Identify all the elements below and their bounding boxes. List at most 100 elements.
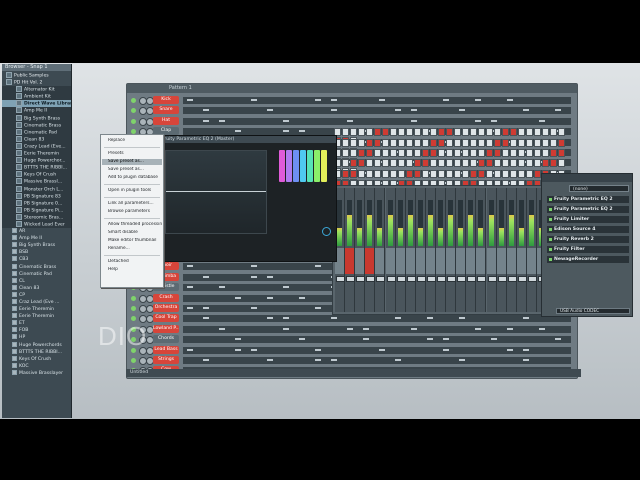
step-buttons[interactable] (334, 169, 572, 187)
note-step[interactable] (331, 109, 337, 112)
note-step[interactable] (267, 359, 273, 361)
step-button[interactable] (374, 169, 381, 178)
mixer-track[interactable] (355, 188, 366, 312)
step-button[interactable] (422, 138, 429, 147)
note-step[interactable] (331, 317, 337, 320)
preset-dropdown[interactable]: (none) (569, 185, 629, 192)
mixer-track[interactable] (506, 188, 517, 312)
step-button[interactable] (446, 149, 453, 157)
note-step[interactable] (283, 119, 289, 122)
note-step[interactable] (235, 130, 241, 133)
step-button[interactable] (414, 138, 421, 147)
channel-mute-led[interactable] (131, 306, 136, 311)
step-button[interactable] (406, 138, 413, 147)
effect-slot[interactable]: Fruity Parametric EQ 2 (547, 206, 629, 213)
note-step[interactable] (203, 317, 209, 320)
step-button[interactable] (470, 159, 477, 168)
step-button[interactable] (390, 169, 397, 178)
browser-item[interactable]: KOC (2, 362, 71, 370)
step-button[interactable] (486, 149, 493, 157)
band-1-handle[interactable] (279, 150, 285, 182)
channel-name-button[interactable]: Chords (153, 335, 179, 344)
context-menu-item[interactable]: Replace (102, 138, 162, 144)
volume-fader[interactable] (356, 276, 366, 282)
mixer-track[interactable] (365, 188, 376, 312)
step-button[interactable] (486, 169, 493, 178)
step-button[interactable] (422, 128, 429, 137)
mixer-track[interactable] (486, 188, 497, 312)
step-button[interactable] (550, 159, 557, 168)
mixer-track[interactable] (375, 188, 386, 312)
effect-slot[interactable]: NewageRecorder (547, 256, 629, 263)
step-button[interactable] (390, 138, 397, 147)
note-step[interactable] (555, 338, 561, 341)
note-step[interactable] (507, 99, 513, 101)
step-button[interactable] (478, 159, 485, 168)
step-button[interactable] (350, 138, 357, 147)
effect-slot[interactable]: Edison Source 4 (547, 226, 629, 233)
volume-fader[interactable] (366, 276, 376, 282)
step-buttons[interactable] (334, 148, 572, 166)
volume-fader[interactable] (477, 276, 487, 282)
context-menu-item[interactable]: Save preset as... (102, 167, 162, 173)
note-step[interactable] (475, 99, 481, 101)
band-3-handle[interactable] (293, 150, 299, 182)
browser-item[interactable]: Cinematic Pad (2, 270, 71, 278)
mixer-track[interactable] (345, 188, 356, 312)
band-5-handle[interactable] (307, 150, 313, 182)
step-button[interactable] (406, 149, 413, 157)
step-button[interactable] (446, 159, 453, 168)
step-button[interactable] (470, 128, 477, 137)
note-step[interactable] (219, 286, 225, 289)
context-menu-item[interactable]: Rename... (102, 246, 162, 252)
note-step[interactable] (395, 317, 401, 320)
step-button[interactable] (518, 159, 525, 168)
note-step[interactable] (395, 109, 401, 112)
step-button[interactable] (430, 149, 437, 157)
step-button[interactable] (462, 169, 469, 178)
channel-mute-led[interactable] (131, 118, 136, 124)
step-button[interactable] (382, 138, 389, 147)
step-button[interactable] (542, 149, 549, 157)
note-step[interactable] (555, 109, 561, 112)
step-button[interactable] (462, 138, 469, 147)
channel-mute-led[interactable] (131, 98, 136, 103)
step-button[interactable] (534, 149, 541, 157)
note-step[interactable] (251, 265, 257, 268)
note-step[interactable] (427, 317, 433, 320)
note-step[interactable] (427, 338, 433, 341)
note-step[interactable] (507, 348, 513, 351)
step-button[interactable] (382, 128, 389, 137)
note-step[interactable] (267, 317, 273, 320)
browser-item[interactable]: Clean 83 (2, 135, 71, 143)
browser-item[interactable]: Eerie Theremin (2, 306, 71, 313)
note-step[interactable] (235, 296, 241, 299)
step-buttons[interactable] (334, 127, 572, 146)
note-step[interactable] (299, 130, 305, 133)
step-button[interactable] (518, 128, 525, 137)
mixer-track[interactable] (436, 188, 446, 312)
note-step[interactable] (187, 307, 193, 309)
step-button[interactable] (550, 138, 557, 147)
effect-slot[interactable]: Fruity Limiter (547, 216, 629, 223)
context-menu-item[interactable]: Make editor thumbnail (102, 238, 162, 244)
browser-item[interactable]: PB Signature Pi... (2, 206, 71, 214)
note-step[interactable] (523, 317, 529, 320)
note-step[interactable] (283, 317, 289, 320)
context-menu-item[interactable]: Allow threaded processing (102, 222, 162, 228)
step-button[interactable] (534, 138, 541, 147)
step-button[interactable] (502, 128, 509, 137)
browser-tree[interactable]: Public Samples PD Hit Vol. 2 Alternator Ki… (2, 72, 71, 418)
browser-item[interactable]: CL (2, 277, 71, 285)
step-button[interactable] (518, 138, 525, 147)
step-button[interactable] (446, 138, 453, 147)
channel-name-button[interactable]: Strings (153, 356, 179, 364)
band-2-handle[interactable] (286, 150, 292, 182)
note-step[interactable] (315, 99, 321, 101)
eq-graph[interactable] (165, 150, 267, 234)
note-step[interactable] (363, 327, 369, 330)
browser-item[interactable]: PB Signature 83 (2, 192, 71, 200)
browser-item[interactable]: Direct Wave Library (2, 100, 71, 108)
mixer-track[interactable] (476, 188, 487, 312)
channel-mute-led[interactable] (131, 358, 136, 363)
